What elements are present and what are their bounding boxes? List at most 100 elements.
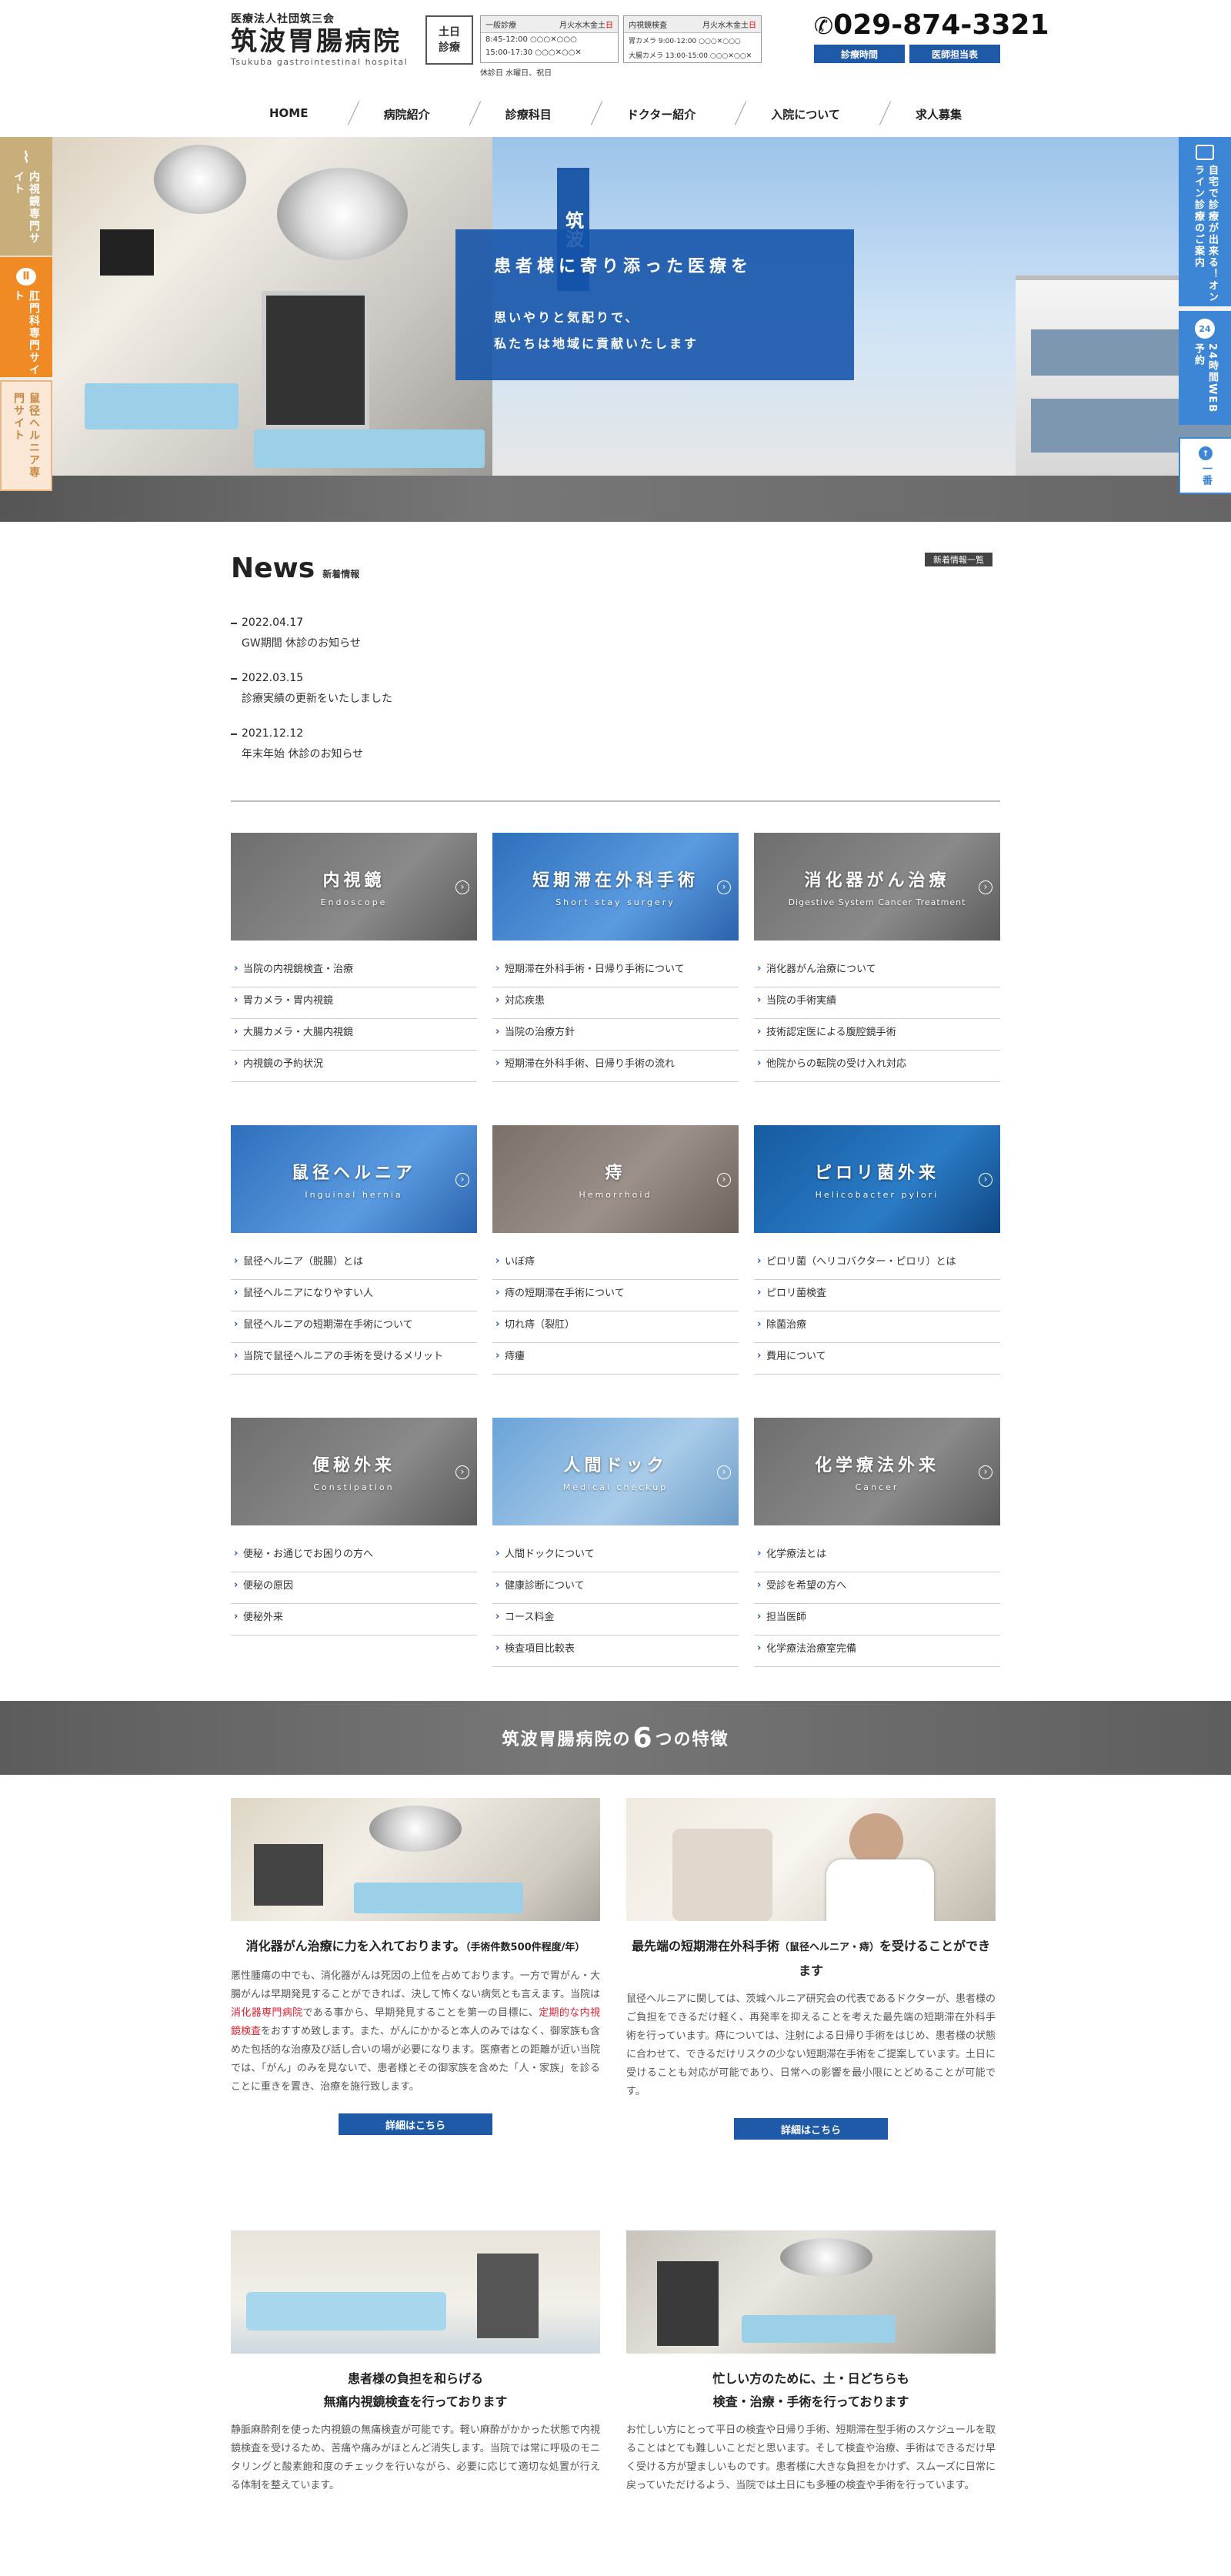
category-link[interactable]: 除菌治療 [754, 1311, 1000, 1343]
news-list-button[interactable]: 新着情報一覧 [925, 553, 992, 566]
category-link[interactable]: 当院の治療方針 [492, 1019, 739, 1051]
category-link[interactable]: 鼠径ヘルニアになりやすい人 [231, 1280, 477, 1311]
category-subtitle: Helicobacter pylori [815, 1189, 939, 1200]
clock-24-icon: 24 [1195, 319, 1215, 339]
nav-home[interactable]: HOME [239, 106, 339, 122]
features-heading-pre: 筑波胃腸病院の [502, 1730, 632, 1749]
news-item[interactable]: 2022.04.17 GW期間 休診のお知らせ [231, 616, 1000, 650]
arrow-right-icon: › [717, 1465, 731, 1479]
category-link[interactable]: 人間ドックについて [492, 1541, 739, 1572]
category-hernia: 鼠径ヘルニアInguinal hernia› 鼠径ヘルニア（脱腸）とは鼠径ヘルニ… [231, 1125, 477, 1418]
category-link[interactable]: ピロリ菌（ヘリコバクター・ピロリ）とは [754, 1248, 1000, 1280]
category-link[interactable]: 当院の手術実績 [754, 987, 1000, 1019]
category-banner[interactable]: 消化器がん治療 Digestive System Cancer Treatment… [754, 833, 1000, 941]
feature-image-surgery-room [626, 2230, 996, 2354]
schedule-general: 一般診療 月火水木金土日 8:45-12:00 ○○○✕○○○ 15:00-17:… [480, 15, 619, 63]
side-tab-online[interactable]: 自宅で診療が出来る！オンライン診療のご案内 [1179, 137, 1231, 306]
category-link[interactable]: 便秘外来 [231, 1604, 477, 1635]
feature-text: 鼠径ヘルニアに関しては、茨城ヘルニア研究会の代表であるドクターが、患者様のご負担… [626, 1993, 996, 2097]
category-link[interactable]: 健康診断について [492, 1572, 739, 1604]
category-title: ピロリ菌外来 [814, 1163, 939, 1183]
category-link[interactable]: 消化器がん治療について [754, 956, 1000, 987]
category-subtitle: Short stay surgery [555, 897, 676, 907]
doctor-schedule-button[interactable]: 医師担当表 [909, 45, 1000, 63]
category-link[interactable]: ピロリ菌検査 [754, 1280, 1000, 1311]
category-link[interactable]: 切れ痔（裂肛） [492, 1311, 739, 1343]
category-short-stay: 短期滞在外科手術 Short stay surgery › 短期滞在外科手術・日帰り… [492, 833, 739, 1125]
equipment-image [657, 2261, 719, 2346]
hero-slider: 筑波 患者様に寄り添った医療を 思いやりと気配りで、 私たちは地域に貢献いたしま… [0, 137, 1231, 522]
category-link[interactable]: いぼ痔 [492, 1248, 739, 1280]
category-banner[interactable]: 化学療法外来 Cancer › [754, 1418, 1000, 1525]
nav-admission[interactable]: 入院について [740, 106, 871, 122]
holiday-note: 休診日 水曜日、祝日 [480, 69, 552, 78]
monitor-icon [1196, 145, 1214, 160]
category-banner[interactable]: 内視鏡 Endoscope › [231, 833, 477, 941]
nav-about[interactable]: 病院紹介 [353, 106, 461, 122]
arrow-right-icon: › [717, 880, 731, 894]
side-tab-anal[interactable]: Ⅱ 肛門科専門サイト [0, 257, 52, 377]
category-banner[interactable]: 便秘外来 Constipation › [231, 1418, 477, 1525]
category-link[interactable]: 痔瘻 [492, 1343, 739, 1375]
category-link[interactable]: 受診を希望の方へ [754, 1572, 1000, 1604]
category-link[interactable]: 費用について [754, 1343, 1000, 1375]
category-link[interactable]: 当院で鼠径ヘルニアの手術を受けるメリット [231, 1343, 477, 1375]
phone-icon: ✆ [814, 13, 834, 40]
category-link[interactable]: 短期滞在外科手術、日帰り手術の流れ [492, 1051, 739, 1082]
category-link[interactable]: 短期滞在外科手術・日帰り手術について [492, 956, 739, 987]
category-link[interactable]: 対応疾患 [492, 987, 739, 1019]
sched1-sun: 日 [605, 22, 613, 30]
nav-recruit[interactable]: 求人募集 [885, 106, 992, 122]
logo[interactable]: 医療法人社団筑三会 筑波胃腸病院 Tsukuba gastrointestina… [231, 11, 423, 67]
category-banner[interactable]: 短期滞在外科手術 Short stay surgery › [492, 833, 739, 941]
hero-bottom-band [0, 476, 1231, 522]
category-link[interactable]: 大腸カメラ・大腸内視鏡 [231, 1019, 477, 1051]
news-item[interactable]: 2022.03.15 診療実績の更新をいたしました [231, 672, 1000, 706]
news-text: GW期間 休診のお知らせ [242, 637, 361, 650]
news-subtitle: 新着情報 [322, 569, 360, 580]
hours-button[interactable]: 診療時間 [814, 45, 905, 63]
feature-text-part: である事から、早期発見することを第一の目標に、 [302, 2007, 539, 2019]
news-item[interactable]: 2021.12.12 年末年始 休診のお知らせ [231, 727, 1000, 761]
side-tab-endoscope[interactable]: ⌇ 内視鏡専門サイト [0, 137, 52, 256]
category-link[interactable]: 化学療法とは [754, 1541, 1000, 1572]
feature-more-button[interactable]: 詳細はこちら [339, 2113, 492, 2135]
category-link[interactable]: 化学療法治療室完備 [754, 1635, 1000, 1667]
feature-text: 悪性腫瘍の中でも、消化器がんは死因の上位を占めております。一方で胃がん・大腸がん… [231, 1967, 600, 2097]
category-link[interactable]: 鼠径ヘルニア（脱腸）とは [231, 1248, 477, 1280]
category-link[interactable]: 胃カメラ・胃内視鏡 [231, 987, 477, 1019]
category-title: 便秘外来 [312, 1455, 395, 1475]
category-link[interactable]: 内視鏡の予約状況 [231, 1051, 477, 1082]
category-link[interactable]: 便秘の原因 [231, 1572, 477, 1604]
category-link[interactable]: 便秘・お通じでお困りの方へ [231, 1541, 477, 1572]
category-link[interactable]: 検査項目比較表 [492, 1635, 739, 1667]
side-tab-reservation[interactable]: 24 24時間WEB予約 [1179, 311, 1231, 425]
endoscope-icon: ⌇ [22, 148, 30, 166]
category-banner[interactable]: 人間ドック Medical checkup › [492, 1418, 739, 1525]
nav-doctors[interactable]: ドクター紹介 [596, 106, 726, 122]
news-section: News 新着情報 新着情報一覧 2022.04.17 GW期間 休診のお知らせ 2… [231, 553, 1000, 802]
category-link[interactable]: 他院からの転院の受け入れ対応 [754, 1051, 1000, 1082]
category-link[interactable]: 当院の内視鏡検査・治療 [231, 956, 477, 987]
surgical-lamp-image [277, 168, 408, 260]
nav-departments[interactable]: 診療科目 [475, 106, 582, 122]
phone-number[interactable]: ✆029-874-3321 [814, 9, 1049, 41]
feature-painless: 患者様の負担を和らげる 無痛内視鏡検査を行っております 静脈麻酔剤を使った内視鏡の… [231, 2230, 600, 2495]
sched1-row2: 15:00-17:30 ○○○✕○○✕ [485, 48, 582, 57]
category-link[interactable]: 技術認定医による腹腔鏡手術 [754, 1019, 1000, 1051]
category-constipation: 便秘外来Constipation› 便秘・お通じでお困りの方へ便秘の原因便秘外来 [231, 1418, 477, 1710]
bed-image [254, 429, 485, 468]
feature-more-wrap: 詳細はこちら [231, 2113, 600, 2135]
category-banner[interactable]: ピロリ菌外来 Helicobacter pylori › [754, 1125, 1000, 1233]
page-top-button[interactable]: ↑ 一番 [1179, 437, 1231, 494]
category-banner[interactable]: 鼠径ヘルニア Inguinal hernia › [231, 1125, 477, 1233]
category-link[interactable]: 担当医師 [754, 1604, 1000, 1635]
feature-more-button[interactable]: 詳細はこちら [734, 2118, 888, 2140]
category-checkup: 人間ドック Medical checkup › 人間ドックについて健康診断についてコ… [492, 1418, 739, 1710]
category-link[interactable]: 鼠径ヘルニアの短期滞在手術について [231, 1311, 477, 1343]
feature-text-part: をおすすめ致します。また、がんにかかると本人のみではなく、御家族も含めた包括的な… [231, 2026, 600, 2093]
category-link[interactable]: 痔の短期滞在手術について [492, 1280, 739, 1311]
category-link[interactable]: コース料金 [492, 1604, 739, 1635]
side-tab-hernia[interactable]: 鼠径ヘルニア専門サイト [0, 380, 52, 491]
category-banner[interactable]: 痔 Hemorrhoid › [492, 1125, 739, 1233]
